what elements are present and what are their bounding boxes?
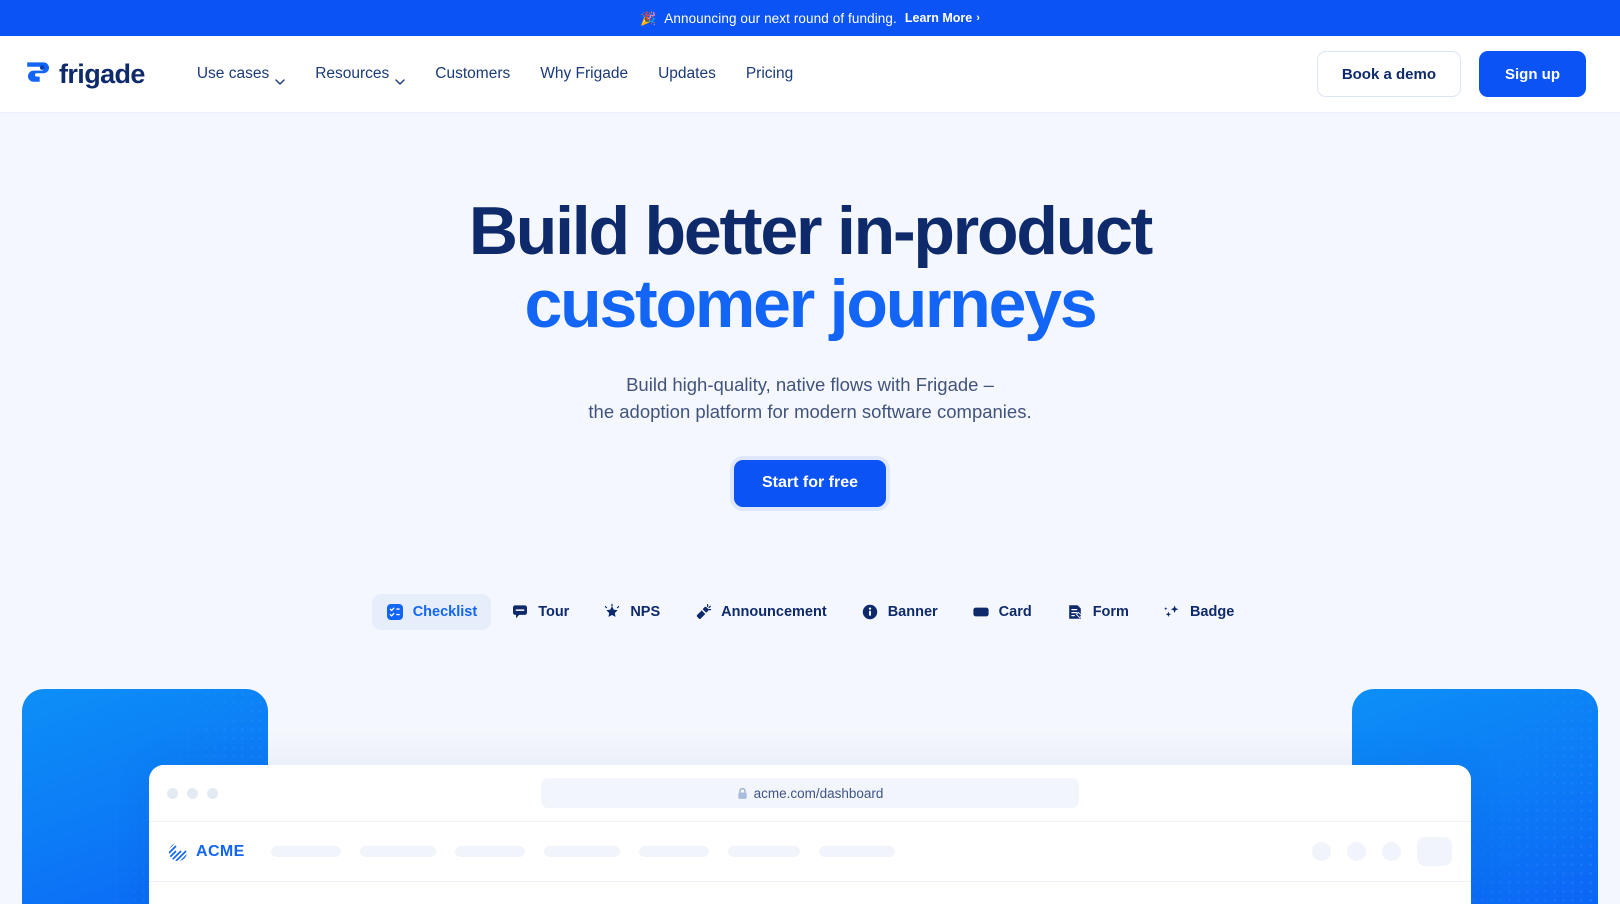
header-actions: Book a demo Sign up — [1316, 51, 1596, 97]
frigade-logo-icon — [24, 60, 50, 88]
traffic-light-dots — [167, 787, 218, 799]
nav-placeholder — [818, 846, 895, 857]
nav-label: Use cases — [196, 65, 270, 82]
star-icon — [603, 603, 621, 621]
tab-form[interactable]: Form — [1052, 594, 1143, 630]
component-type-tabs: Checklist Tour NPS Announcement Banner C… — [0, 593, 1620, 630]
tab-tour[interactable]: Tour — [497, 594, 583, 630]
nav-item-pricing[interactable]: Pricing — [746, 65, 793, 83]
url-text: acme.com/dashboard — [753, 785, 884, 801]
info-circle-icon — [861, 603, 879, 621]
nav-label: Customers — [435, 65, 511, 82]
hero-title-line-2: customer journeys — [524, 266, 1097, 343]
brand-logo[interactable]: frigade — [24, 59, 145, 90]
nav-placeholder — [638, 846, 709, 857]
hero-subtitle-line-2: the adoption platform for modern softwar… — [588, 400, 1032, 422]
tab-label: Banner — [887, 603, 938, 620]
form-icon — [1066, 603, 1084, 621]
page-title: Build better in-product customer journey… — [0, 113, 1620, 342]
tab-card[interactable]: Card — [958, 594, 1046, 630]
nav-placeholder — [727, 846, 800, 857]
traffic-dot-maximize — [207, 787, 218, 799]
megaphone-icon — [694, 603, 712, 621]
tab-label: Badge — [1189, 603, 1235, 620]
tab-label: Announcement — [721, 603, 827, 620]
avatar-placeholder — [1312, 842, 1331, 861]
nav-placeholder — [543, 846, 620, 857]
app-shell: ACME — [149, 821, 1471, 904]
browser-chrome: acme.com/dashboard — [149, 765, 1471, 821]
tab-label: NPS — [630, 603, 661, 620]
acme-brand[interactable]: ACME — [168, 842, 245, 862]
nav-placeholder — [454, 846, 525, 857]
tab-label: Card — [998, 603, 1032, 620]
action-placeholder — [1417, 837, 1452, 866]
acme-logo-icon — [168, 842, 188, 862]
lock-icon — [737, 787, 748, 800]
chevron-down-icon — [275, 72, 285, 85]
avatar-placeholder — [1347, 842, 1366, 861]
announcement-text: Announcing our next round of funding. — [664, 10, 897, 26]
site-header: frigade Use cases Resources Customers Wh… — [0, 36, 1620, 113]
book-a-demo-button[interactable]: Book a demo — [1316, 51, 1461, 97]
tour-icon — [511, 603, 529, 621]
nav-placeholder — [270, 846, 341, 857]
app-nav-placeholders — [270, 846, 895, 857]
tab-label: Checklist — [412, 603, 478, 620]
hero-subtitle-line-1: Build high-quality, native flows with Fr… — [626, 373, 994, 395]
nav-label: Pricing — [745, 65, 794, 82]
start-for-free-button[interactable]: Start for free — [733, 459, 887, 507]
nav-label: Why Frigade — [540, 65, 629, 82]
tab-label: Form — [1092, 603, 1129, 620]
tab-checklist[interactable]: Checklist — [371, 593, 492, 630]
card-icon — [972, 603, 990, 621]
app-header-right — [1312, 837, 1452, 866]
avatar-placeholder — [1382, 842, 1401, 861]
brand-name: frigade — [59, 58, 145, 89]
app-header: ACME — [149, 822, 1471, 882]
nav-item-why-frigade[interactable]: Why Frigade — [540, 65, 628, 83]
nav-item-customers[interactable]: Customers — [435, 65, 510, 83]
tab-badge[interactable]: Badge — [1149, 594, 1248, 630]
tab-nps[interactable]: NPS — [589, 594, 674, 630]
nav-label: Resources — [315, 65, 390, 82]
nav-item-resources[interactable]: Resources — [315, 65, 405, 85]
traffic-dot-minimize — [187, 787, 198, 799]
app-body — [149, 882, 1471, 904]
nav-label: Updates — [658, 65, 716, 82]
url-bar[interactable]: acme.com/dashboard — [541, 778, 1079, 808]
party-popper-icon: 🎉 — [640, 10, 657, 26]
chevron-down-icon — [395, 72, 405, 85]
hero-section: Build better in-product customer journey… — [0, 113, 1620, 904]
nav-item-use-cases[interactable]: Use cases — [196, 65, 285, 85]
tab-label: Tour — [538, 603, 570, 620]
tab-banner[interactable]: Banner — [847, 594, 952, 630]
traffic-dot-close — [167, 787, 178, 799]
hero-title-line-1: Build better in-product — [468, 193, 1153, 269]
hero-subtitle: Build high-quality, native flows with Fr… — [0, 372, 1620, 426]
sign-up-button[interactable]: Sign up — [1479, 51, 1586, 97]
tab-announcement[interactable]: Announcement — [680, 594, 841, 630]
browser-mockup: acme.com/dashboard ACME — [149, 765, 1471, 904]
main-navigation: Use cases Resources Customers Why Frigad… — [196, 65, 793, 85]
learn-more-label: Learn More — [904, 11, 973, 25]
chevron-right-icon: › — [976, 12, 980, 24]
nav-item-updates[interactable]: Updates — [658, 65, 716, 83]
checklist-icon — [386, 603, 404, 621]
sparkle-icon — [1163, 603, 1181, 621]
announcement-bar: 🎉 Announcing our next round of funding. … — [0, 0, 1620, 36]
hero-cta-wrapper: Start for free — [0, 459, 1620, 507]
acme-brand-name: ACME — [196, 842, 245, 860]
learn-more-link[interactable]: Learn More › — [905, 11, 980, 25]
nav-placeholder — [359, 846, 436, 857]
